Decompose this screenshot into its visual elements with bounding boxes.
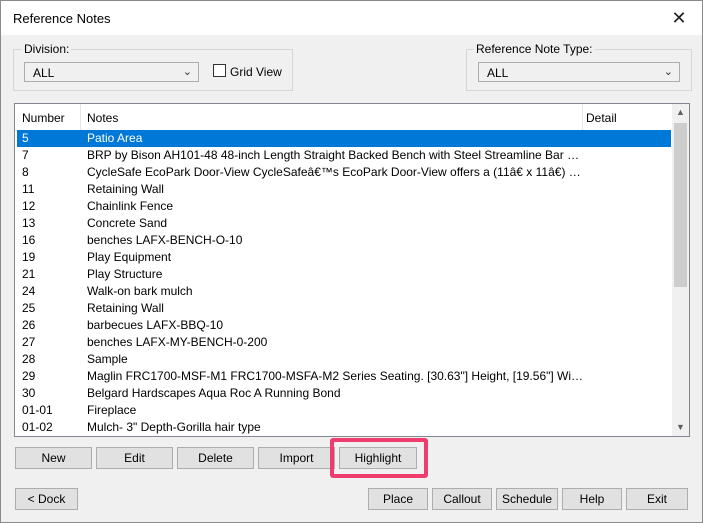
- scroll-down-icon[interactable]: ▼: [672, 419, 689, 436]
- import-button[interactable]: Import: [258, 447, 335, 469]
- list-item-number: 8: [22, 165, 29, 179]
- column-header-number[interactable]: Number: [22, 111, 65, 125]
- list-item[interactable]: 27 benches LAFX-MY-BENCH-0-200: [17, 334, 671, 351]
- list-item-note: benches LAFX-MY-BENCH-0-200: [87, 335, 268, 349]
- schedule-button[interactable]: Schedule: [496, 488, 558, 510]
- list-item-number: 16: [22, 233, 36, 247]
- place-button[interactable]: Place: [368, 488, 428, 510]
- column-header-notes[interactable]: Notes: [87, 111, 118, 125]
- scroll-thumb[interactable]: [674, 123, 687, 287]
- list-item-number: 26: [22, 318, 36, 332]
- notes-list[interactable]: Number Notes Detail 5 Patio Area 7 BRP by B…: [14, 103, 690, 437]
- list-item[interactable]: 28 Sample: [17, 351, 671, 368]
- list-item-number: 13: [22, 216, 36, 230]
- list-item-note: CycleSafe EcoPark Door-View CycleSafeâ€™…: [87, 165, 587, 179]
- list-item-number: 30: [22, 386, 36, 400]
- division-label: Division:: [22, 42, 72, 56]
- division-select-value: ALL: [33, 66, 55, 80]
- ref-type-label: Reference Note Type:: [474, 42, 595, 56]
- list-item-note: Play Structure: [87, 267, 163, 281]
- annotation-highlight-frame: [330, 438, 428, 478]
- grid-view-label: Grid View: [230, 65, 282, 79]
- window-title: Reference Notes: [13, 11, 111, 26]
- list-item-note: Sample: [87, 352, 128, 366]
- list-item-note: Belgard Hardscapes Aqua Roc A Running Bo…: [87, 386, 341, 400]
- list-item[interactable]: 11 Retaining Wall: [17, 181, 671, 198]
- list-rows: 5 Patio Area 7 BRP by Bison AH101-48 48-inc…: [17, 130, 671, 436]
- list-item[interactable]: 12 Chainlink Fence: [17, 198, 671, 215]
- list-item-number: 12: [22, 199, 36, 213]
- list-item-number: 01-01: [22, 403, 53, 417]
- reference-notes-dialog: Reference Notes ✕ Division: ALL ⌄ Grid V…: [0, 0, 703, 523]
- list-item-number: 25: [22, 301, 36, 315]
- list-item-number: 21: [22, 267, 36, 281]
- list-item-note: Retaining Wall: [87, 182, 164, 196]
- ref-type-select-value: ALL: [487, 66, 509, 80]
- list-item-note: Patio Area: [87, 131, 143, 145]
- list-item-number: 19: [22, 250, 36, 264]
- list-item-number: 24: [22, 284, 36, 298]
- list-item-number: 11: [22, 182, 35, 196]
- list-item-note: Walk-on bark mulch: [87, 284, 193, 298]
- vertical-scrollbar[interactable]: ▲ ▼: [672, 104, 689, 436]
- list-item-number: 28: [22, 352, 36, 366]
- list-item-number: 27: [22, 335, 36, 349]
- list-item-note: BRP by Bison AH101-48 48-inch Length Str…: [87, 148, 587, 162]
- column-header-detail[interactable]: Detail: [586, 111, 617, 125]
- list-item[interactable]: 16 benches LAFX-BENCH-O-10: [17, 232, 671, 249]
- callout-button[interactable]: Callout: [432, 488, 492, 510]
- list-item-note: Concrete Sand: [87, 216, 168, 230]
- ref-type-select[interactable]: ALL ⌄: [478, 62, 680, 82]
- list-item-note: Chainlink Fence: [87, 199, 174, 213]
- close-icon[interactable]: ✕: [656, 1, 702, 35]
- list-item-note: Maglin FRC1700-MSF-M1 FRC1700-MSFA-M2 Se…: [87, 369, 587, 383]
- grid-view-checkbox[interactable]: [213, 64, 226, 77]
- list-item[interactable]: 26 barbecues LAFX-BBQ-10: [17, 317, 671, 334]
- edit-button[interactable]: Edit: [96, 447, 173, 469]
- chevron-down-icon: ⌄: [663, 66, 673, 78]
- dock-button[interactable]: < Dock: [15, 488, 78, 510]
- list-item-note: Play Equipment: [87, 250, 172, 264]
- list-item[interactable]: 19 Play Equipment: [17, 249, 671, 266]
- list-item[interactable]: 25 Retaining Wall: [17, 300, 671, 317]
- title-bar: Reference Notes ✕: [1, 1, 702, 35]
- list-item-note: benches LAFX-BENCH-O-10: [87, 233, 243, 247]
- list-item-number: 7: [22, 148, 29, 162]
- list-item[interactable]: 5 Patio Area: [17, 130, 671, 147]
- list-item[interactable]: 24 Walk-on bark mulch: [17, 283, 671, 300]
- list-item[interactable]: 7 BRP by Bison AH101-48 48-inch Length St…: [17, 147, 671, 164]
- list-item-note: Fireplace: [87, 403, 137, 417]
- exit-button[interactable]: Exit: [626, 488, 688, 510]
- list-item[interactable]: 13 Concrete Sand: [17, 215, 671, 232]
- list-item[interactable]: 21 Play Structure: [17, 266, 671, 283]
- list-item-note: Mulch- 3" Depth-Gorilla hair type: [87, 420, 261, 434]
- delete-button[interactable]: Delete: [177, 447, 254, 469]
- list-item-note: barbecues LAFX-BBQ-10: [87, 318, 224, 332]
- list-item[interactable]: 30 Belgard Hardscapes Aqua Roc A Running …: [17, 385, 671, 402]
- new-button[interactable]: New: [15, 447, 92, 469]
- list-item-number: 5: [22, 131, 29, 145]
- list-item-number: 29: [22, 369, 36, 383]
- division-select[interactable]: ALL ⌄: [24, 62, 199, 82]
- list-item[interactable]: 29 Maglin FRC1700-MSF-M1 FRC1700-MSFA-M2 …: [17, 368, 671, 385]
- chevron-down-icon: ⌄: [182, 66, 192, 78]
- list-item[interactable]: 01-02 Mulch- 3" Depth-Gorilla hair type: [17, 419, 671, 436]
- scroll-up-icon[interactable]: ▲: [672, 104, 689, 121]
- list-item-note: Retaining Wall: [87, 301, 164, 315]
- help-button[interactable]: Help: [562, 488, 622, 510]
- list-item[interactable]: 01-01 Fireplace: [17, 402, 671, 419]
- list-item-number: 01-02: [22, 420, 53, 434]
- list-header: Number Notes Detail: [15, 104, 671, 131]
- list-item[interactable]: 8 CycleSafe EcoPark Door-View CycleSafeâ€…: [17, 164, 671, 181]
